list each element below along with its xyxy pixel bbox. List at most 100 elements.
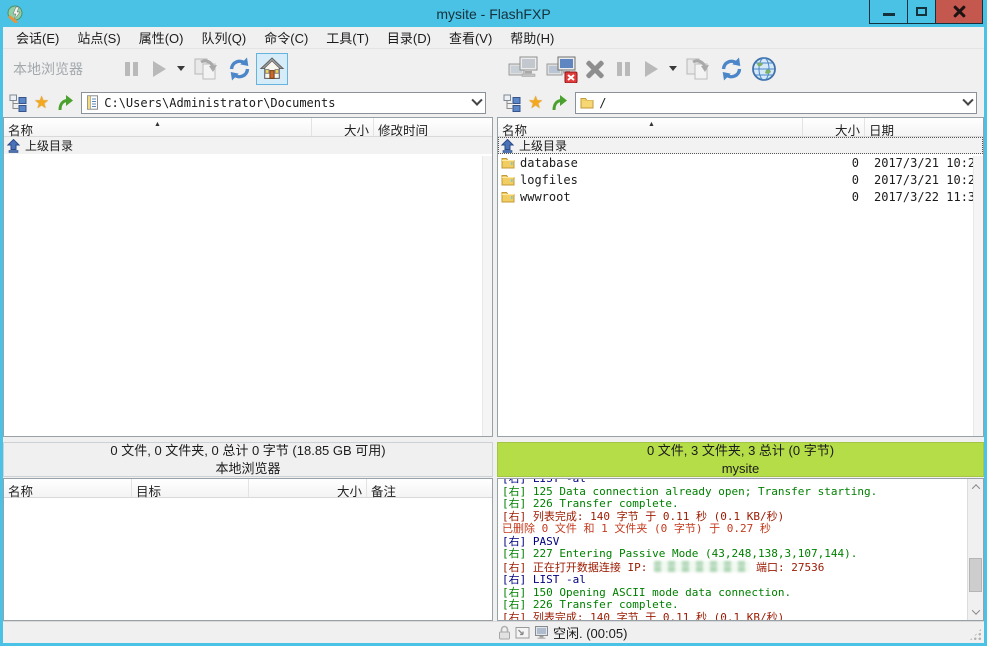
folder-icon	[501, 191, 515, 203]
sort-asc-icon: ▲	[154, 121, 161, 128]
local-start-dropdown-icon[interactable]	[177, 66, 185, 71]
close-button[interactable]	[936, 0, 983, 24]
local-list-body: 上级目录	[4, 137, 492, 436]
menu-item-queue[interactable]: 队列(Q)	[192, 26, 255, 49]
remote-start-button[interactable]	[637, 53, 665, 85]
home-icon	[259, 56, 285, 81]
parent-directory-label: 上级目录	[25, 137, 73, 154]
log-line: 已删除 0 文件 和 1 文件夹 (0 字节) 于 0.27 秒	[502, 523, 966, 536]
file-name: database	[520, 156, 578, 170]
resize-grip[interactable]	[969, 628, 982, 641]
local-home-button[interactable]	[256, 53, 288, 85]
remote-row-wwwroot[interactable]: wwwroot 0 2017/3/22 11:33	[498, 188, 983, 205]
local-transfer-queue-button[interactable]	[189, 53, 223, 85]
favorites-star-icon[interactable]: ★	[528, 95, 543, 111]
menu-item-directory[interactable]: 目录(D)	[378, 26, 440, 49]
local-list-header: 名称 ▲ 大小 修改时间	[4, 118, 492, 137]
remote-disconnect-button[interactable]	[543, 53, 581, 85]
client-area: 会话(E) 站点(S) 属性(O) 队列(Q) 命令(C) 工具(T) 目录(D…	[3, 27, 984, 643]
queue-column-remark[interactable]: 备注	[367, 479, 492, 497]
log-line: [右] 列表完成: 140 字节 于 0.11 秒 (0.1 KB/秒)	[502, 612, 966, 621]
remote-globe-button[interactable]	[748, 53, 780, 85]
panel-status-row: 0 文件, 0 文件夹, 0 总计 0 字节 (18.85 GB 可用) 本地浏…	[3, 437, 984, 477]
parent-directory-row[interactable]: 上级目录	[4, 137, 492, 154]
combo-dropdown-icon[interactable]	[962, 94, 973, 105]
sort-asc-icon: ▲	[648, 121, 655, 128]
remote-row-database[interactable]: database 0 2017/3/21 10:21	[498, 154, 983, 171]
menu-item-session[interactable]: 会话(E)	[7, 26, 68, 49]
favorites-star-icon[interactable]: ★	[34, 95, 49, 111]
local-pathbar: ★ C:\Users\Administrator\Documents	[3, 88, 493, 117]
parent-directory-label: 上级目录	[519, 137, 567, 154]
computer-icon	[534, 625, 551, 640]
scroll-up-icon[interactable]	[968, 479, 983, 495]
up-directory-icon[interactable]	[56, 94, 74, 112]
menu-item-options[interactable]: 属性(O)	[130, 26, 193, 49]
minimize-button[interactable]	[869, 0, 908, 24]
window-title: mysite - FlashFXP	[0, 6, 987, 22]
connect-icon	[508, 55, 540, 83]
column-header-modified[interactable]: 修改时间	[374, 118, 492, 136]
remote-toolbar	[497, 49, 984, 88]
remote-list-scrollbar[interactable]	[973, 156, 983, 436]
remote-pause-button[interactable]	[609, 53, 637, 85]
queue-column-name[interactable]: 名称	[4, 479, 132, 497]
local-start-button[interactable]	[145, 53, 173, 85]
minimize-icon	[883, 13, 895, 16]
remote-pathbar: ★ /	[497, 88, 984, 117]
flashfxp-window: mysite - FlashFXP 会话(E) 站点(S) 属性(O) 队列(Q…	[0, 0, 987, 646]
local-list-scrollbar[interactable]	[482, 156, 492, 436]
statusbar: 空闲. (00:05)	[3, 621, 984, 643]
column-header-date[interactable]: 日期	[865, 118, 983, 136]
log-content[interactable]: [右] LIST -al [右] 125 Data connection alr…	[502, 478, 966, 620]
remote-start-dropdown-icon[interactable]	[669, 66, 677, 71]
local-status-counts: 0 文件, 0 文件夹, 0 总计 0 字节 (18.85 GB 可用)	[110, 442, 385, 460]
folder-tree-icon[interactable]	[9, 94, 27, 112]
file-date: 2017/3/21 10:21	[865, 173, 983, 187]
idle-status-text: 空闲. (00:05)	[553, 623, 627, 642]
file-size: 0	[803, 173, 865, 187]
maximize-button[interactable]	[908, 0, 936, 24]
remote-abort-button[interactable]	[581, 53, 609, 85]
menu-item-commands[interactable]: 命令(C)	[255, 26, 317, 49]
local-path-combobox[interactable]: C:\Users\Administrator\Documents	[81, 92, 486, 114]
pause-icon	[125, 62, 138, 76]
column-header-name[interactable]: 名称 ▲	[4, 118, 312, 136]
remote-row-logfiles[interactable]: logfiles 0 2017/3/21 10:21	[498, 171, 983, 188]
local-refresh-button[interactable]	[223, 53, 256, 85]
queue-column-target[interactable]: 目标	[132, 479, 249, 497]
folder-icon	[580, 97, 594, 109]
combo-dropdown-icon[interactable]	[471, 94, 482, 105]
pause-icon	[617, 62, 630, 76]
menu-item-tools[interactable]: 工具(T)	[317, 26, 378, 49]
folder-tree-icon[interactable]	[503, 94, 521, 112]
scrollbar-thumb[interactable]	[969, 558, 982, 592]
queue-body[interactable]	[4, 498, 492, 620]
remote-path-combobox[interactable]: /	[575, 92, 977, 114]
file-size: 0	[803, 190, 865, 204]
globe-icon	[751, 56, 777, 82]
column-header-size[interactable]: 大小	[312, 118, 374, 136]
local-pause-button[interactable]	[117, 53, 145, 85]
menu-item-help[interactable]: 帮助(H)	[501, 26, 563, 49]
file-date: 2017/3/21 10:21	[865, 156, 983, 170]
disconnect-icon	[546, 55, 578, 83]
local-status-box: 0 文件, 0 文件夹, 0 总计 0 字节 (18.85 GB 可用) 本地浏…	[3, 442, 493, 477]
up-level-icon	[7, 139, 20, 153]
file-name: wwwroot	[520, 190, 571, 204]
remote-refresh-button[interactable]	[715, 53, 748, 85]
parent-directory-row[interactable]: 上级目录	[498, 137, 983, 154]
menu-item-sites[interactable]: 站点(S)	[68, 26, 129, 49]
log-panel: [右] LIST -al [右] 125 Data connection alr…	[497, 478, 984, 621]
column-header-name[interactable]: 名称 ▲	[498, 118, 803, 136]
log-scrollbar[interactable]	[967, 479, 983, 620]
up-directory-icon[interactable]	[550, 94, 568, 112]
column-header-size[interactable]: 大小	[803, 118, 865, 136]
menu-item-view[interactable]: 查看(V)	[440, 26, 501, 49]
scroll-down-icon[interactable]	[968, 604, 983, 620]
titlebar[interactable]: mysite - FlashFXP	[0, 0, 987, 27]
remote-site-label: mysite	[722, 460, 760, 478]
remote-transfer-queue-button[interactable]	[681, 53, 715, 85]
remote-connect-button[interactable]	[505, 53, 543, 85]
queue-column-size[interactable]: 大小	[249, 479, 367, 497]
